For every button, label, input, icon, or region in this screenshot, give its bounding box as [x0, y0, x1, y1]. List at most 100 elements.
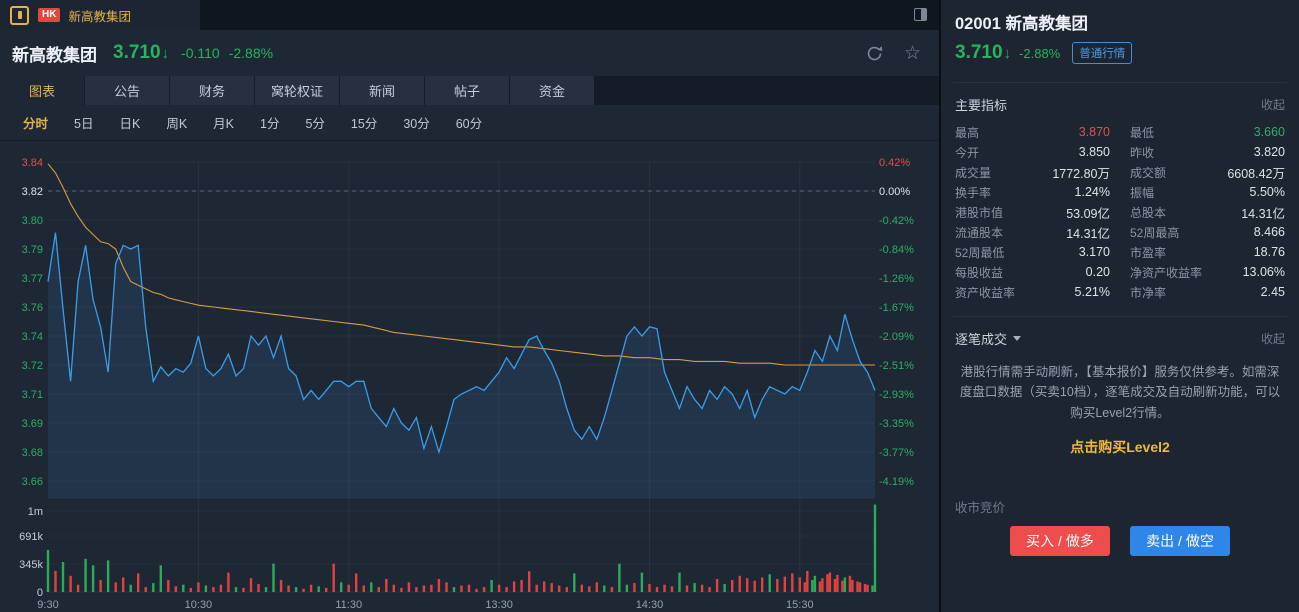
app-logo-icon[interactable]	[10, 6, 29, 25]
quote-title: 02001 新高教集团	[955, 10, 1287, 34]
last-price: 3.710	[113, 42, 161, 64]
buy-level2-link[interactable]: 点击购买Level2	[953, 437, 1287, 457]
svg-text:3.69: 3.69	[22, 418, 43, 430]
price-change: -0.110	[181, 45, 220, 61]
svg-text:-0.84%: -0.84%	[879, 244, 914, 256]
stock-name: 新高教集团	[12, 41, 97, 66]
stock-tab[interactable]: HK 新高教集团	[0, 0, 200, 30]
avg-price-line	[48, 164, 875, 365]
indicator-hk-market-cap: 港股市值53.09亿	[955, 202, 1110, 222]
indicator-turnover-rate: 换手率1.24%	[955, 182, 1110, 202]
indicator-float-shares: 流通股本14.31亿	[955, 222, 1110, 242]
price-change-percent: -2.88%	[229, 45, 273, 61]
closing-auction-label: 收市竞价	[955, 497, 1287, 516]
svg-text:0.00%: 0.00%	[879, 186, 910, 198]
svg-text:9:30: 9:30	[37, 599, 58, 611]
indicator-52wk-high: 52周最高8.466	[1130, 222, 1285, 242]
trades-section-toggle[interactable]: 逐笔成交	[955, 329, 1021, 348]
svg-text:3.74: 3.74	[22, 331, 43, 343]
down-arrow-icon: ↓	[162, 45, 170, 62]
svg-text:-1.26%: -1.26%	[879, 273, 914, 285]
period-5min[interactable]: 5分	[292, 113, 337, 132]
svg-text:14:30: 14:30	[636, 599, 664, 611]
svg-text:11:30: 11:30	[335, 599, 362, 611]
level2-notice-text: 港股行情需手动刷新，【基本报价】服务仅供参考。如需深度盘口数据（买卖10档），逐…	[955, 362, 1285, 423]
tab-capital[interactable]: 资金	[510, 76, 594, 105]
svg-text:0: 0	[37, 587, 43, 599]
svg-text:-4.19%: -4.19%	[879, 476, 914, 488]
period-5day[interactable]: 5日	[61, 113, 106, 132]
favorite-star-icon[interactable]: ☆	[904, 44, 921, 63]
svg-text:15:30: 15:30	[786, 599, 814, 611]
svg-text:1m: 1m	[28, 506, 43, 518]
svg-text:13:30: 13:30	[485, 599, 513, 611]
quote-level-badge[interactable]: 普通行情	[1072, 42, 1132, 64]
indicator-total-shares: 总股本14.31亿	[1130, 202, 1285, 222]
chart-section: HK 新高教集团 新高教集团 3.710 ↓ -0.110 -2.88% ☆ 图…	[0, 0, 941, 612]
svg-text:345k: 345k	[19, 559, 43, 571]
stock-tab-title: 新高教集团	[68, 6, 131, 25]
svg-text:10:30: 10:30	[185, 599, 213, 611]
refresh-icon[interactable]	[865, 44, 884, 63]
stock-header: 新高教集团 3.710 ↓ -0.110 -2.88% ☆	[0, 30, 939, 76]
svg-text:3.68: 3.68	[22, 447, 43, 459]
svg-text:-0.42%: -0.42%	[879, 215, 914, 227]
content-tabs: 图表 公告 财务 窝轮权证 新闻 帖子 资金	[0, 76, 939, 105]
period-intraday[interactable]: 分时	[10, 113, 61, 132]
indicator-prev-close: 昨收3.820	[1130, 142, 1285, 162]
hk-market-badge: HK	[38, 8, 60, 22]
svg-text:-1.67%: -1.67%	[879, 302, 914, 314]
panel-toggle-icon[interactable]	[914, 8, 927, 21]
volume-axis: 1m 691k 345k 0	[19, 506, 43, 599]
trades-section-title: 逐笔成交	[955, 329, 1007, 348]
svg-text:691k: 691k	[19, 531, 43, 543]
tab-posts[interactable]: 帖子	[425, 76, 509, 105]
indicators-section-title: 主要指标	[955, 95, 1007, 114]
tab-news[interactable]: 新闻	[340, 76, 424, 105]
sell-short-button[interactable]: 卖出 / 做空	[1130, 526, 1230, 556]
svg-text:-2.09%: -2.09%	[879, 331, 914, 343]
indicator-52wk-low: 52周最低3.170	[955, 242, 1110, 262]
buy-long-button[interactable]: 买入 / 做多	[1010, 526, 1110, 556]
indicator-open: 今开3.850	[955, 142, 1110, 162]
svg-text:3.84: 3.84	[22, 157, 43, 169]
tab-chart[interactable]: 图表	[0, 76, 84, 105]
svg-text:-3.77%: -3.77%	[879, 447, 914, 459]
svg-text:3.71: 3.71	[22, 389, 43, 401]
period-60min[interactable]: 60分	[443, 113, 495, 132]
period-30min[interactable]: 30分	[390, 113, 442, 132]
period-1min[interactable]: 1分	[247, 113, 292, 132]
indicator-volume: 成交量1772.80万	[955, 162, 1110, 182]
intraday-chart-area: 3.843.823.803.793.773.763.743.723.713.69…	[0, 140, 941, 612]
svg-text:3.77: 3.77	[22, 273, 43, 285]
period-weekly[interactable]: 周K	[153, 113, 200, 132]
time-axis: 9:30 10:30 11:30 13:30 14:30 15:30	[37, 599, 813, 611]
svg-text:3.72: 3.72	[22, 360, 43, 372]
indicator-pb-ratio: 市净率2.45	[1130, 282, 1285, 302]
indicator-pe-ratio: 市盈率18.76	[1130, 242, 1285, 262]
indicator-low: 最低3.660	[1130, 122, 1285, 142]
trading-app-window: HK 新高教集团 新高教集团 3.710 ↓ -0.110 -2.88% ☆ 图…	[0, 0, 1299, 612]
caret-down-icon	[1013, 336, 1021, 341]
svg-text:-3.35%: -3.35%	[879, 418, 914, 430]
period-daily[interactable]: 日K	[106, 113, 153, 132]
tab-warrants[interactable]: 窝轮权证	[255, 76, 339, 105]
indicator-roa: 资产收益率5.21%	[955, 282, 1110, 302]
period-selector: 分时 5日 日K 周K 月K 1分 5分 15分 30分 60分	[0, 105, 939, 141]
svg-text:-2.51%: -2.51%	[879, 360, 914, 372]
trades-collapse-button[interactable]: 收起	[1261, 330, 1285, 347]
indicators-collapse-button[interactable]: 收起	[1261, 96, 1285, 113]
indicator-roe: 净资产收益率13.06%	[1130, 262, 1285, 282]
indicator-eps: 每股收益0.20	[955, 262, 1110, 282]
tab-financials[interactable]: 财务	[170, 76, 254, 105]
period-monthly[interactable]: 月K	[200, 113, 247, 132]
indicator-amplitude: 振幅5.50%	[1130, 182, 1285, 202]
intraday-chart[interactable]: 3.843.823.803.793.773.763.743.723.713.69…	[0, 140, 941, 612]
quote-down-arrow-icon: ↓	[1004, 45, 1012, 62]
period-15min[interactable]: 15分	[338, 113, 390, 132]
tab-announcements[interactable]: 公告	[85, 76, 169, 105]
top-tab-bar: HK 新高教集团	[0, 0, 939, 30]
volume-bars	[47, 505, 876, 593]
svg-text:-2.93%: -2.93%	[879, 389, 914, 401]
svg-text:3.80: 3.80	[22, 215, 43, 227]
